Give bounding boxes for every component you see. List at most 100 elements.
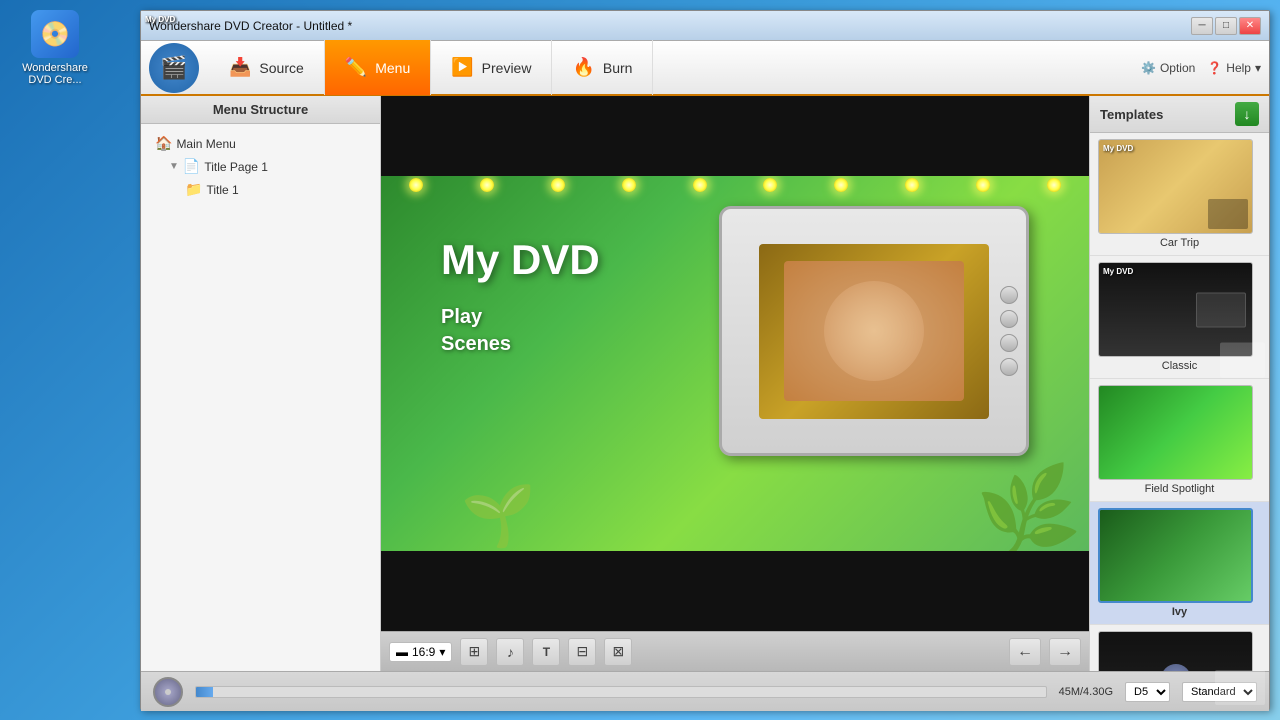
grid-button[interactable]: ⊟ (568, 638, 596, 666)
download-button[interactable]: ↓ (1235, 102, 1259, 126)
tab-preview[interactable]: ▶️ Preview (431, 40, 552, 95)
option-button[interactable]: ⚙️ Option (1141, 61, 1195, 75)
help-chevron-icon: ▾ (1255, 61, 1261, 75)
template-preview-field-spotlight: My DVD (1099, 386, 1252, 479)
stage-light (905, 178, 919, 192)
layout-button[interactable]: ⊞ (460, 638, 488, 666)
next-button[interactable]: → (1049, 638, 1081, 666)
title-page1-label: Title Page 1 (204, 160, 268, 174)
stage-light (480, 178, 494, 192)
menu-label: Menu (375, 60, 410, 76)
leaf-decoration-left: 🌱 (461, 480, 536, 551)
ratio-chevron-icon: ▾ (439, 645, 445, 659)
gear-icon: ⚙️ (1141, 61, 1156, 75)
template-preview-car-trip: My DVD (1099, 140, 1252, 233)
tv-ctrl-btn-4[interactable] (1000, 358, 1018, 376)
preview-icon: ▶️ (451, 57, 473, 78)
minimize-button[interactable]: ─ (1191, 17, 1213, 35)
progress-bar-container (195, 686, 1047, 698)
help-label: Help (1226, 61, 1251, 75)
dark-template-orb (1161, 664, 1191, 672)
progress-bar-fill (196, 687, 213, 697)
preview-main: My DVD Play Scenes (381, 176, 1089, 551)
disc-icon (153, 677, 183, 707)
leaf-decoration-right: 🌿 (972, 459, 1086, 551)
template-label-car-trip: My DVD (1103, 144, 1133, 153)
template-thumb-dark (1098, 631, 1253, 671)
template-name-ivy: Ivy (1098, 606, 1261, 618)
preview-label: Preview (482, 60, 532, 76)
tv-frame (719, 206, 1029, 456)
templates-list[interactable]: My DVD Car Trip My DVD Classic (1090, 133, 1269, 671)
main-window: Wondershare DVD Creator - Untitled * ─ □… (140, 10, 1270, 710)
main-area: Menu Structure 🏠 Main Menu ▼ 📄 Title Pag… (141, 96, 1269, 671)
help-button[interactable]: ❓ Help ▾ (1207, 61, 1261, 75)
tv-ctrl-btn-2[interactable] (1000, 310, 1018, 328)
menu-icon: ✏️ (345, 57, 367, 78)
tab-source[interactable]: 📥 Source (209, 40, 325, 95)
dvd-title: My DVD (441, 236, 600, 284)
template-thumb-ivy: My DVD (1098, 508, 1253, 603)
window-controls: ─ □ ✕ (1191, 17, 1261, 35)
toolbar-right: ⚙️ Option ❓ Help ▾ (1141, 61, 1261, 75)
page-icon: 📄 (183, 158, 200, 175)
ratio-selector[interactable]: ▬ 16:9 ▾ (389, 642, 452, 662)
edit-button[interactable]: ⊠ (604, 638, 632, 666)
tab-menu[interactable]: ✏️ Menu (325, 40, 431, 95)
tree-item-title1[interactable]: 📁 Title 1 (145, 178, 376, 201)
left-panel: Menu Structure 🏠 Main Menu ▼ 📄 Title Pag… (141, 96, 381, 671)
disk-usage-text: 45M/4.30G (1059, 686, 1113, 698)
tree-item-main-menu[interactable]: 🏠 Main Menu (145, 132, 376, 155)
stage-lights (381, 176, 1089, 206)
burn-icon: 🔥 (572, 57, 594, 78)
tree-item-title-page1[interactable]: ▼ 📄 Title Page 1 (145, 155, 376, 178)
maximize-button[interactable]: □ (1215, 17, 1237, 35)
template-item-car-trip[interactable]: My DVD Car Trip (1090, 133, 1269, 256)
text-button[interactable]: T (532, 638, 560, 666)
title-bar: Wondershare DVD Creator - Untitled * ─ □… (141, 11, 1269, 41)
preview-top-bar (381, 96, 1089, 176)
prev-button[interactable]: ← (1009, 638, 1041, 666)
folder-icon: 📁 (185, 181, 202, 198)
dvd-menu-scenes[interactable]: Scenes (441, 333, 511, 356)
template-thumb-field-spotlight: My DVD (1098, 385, 1253, 480)
right-panel: Templates ↓ My DVD Car Trip (1089, 96, 1269, 671)
classic-image (1196, 292, 1246, 327)
source-icon: 📥 (229, 57, 251, 78)
preview-area: My DVD Play Scenes (381, 96, 1089, 671)
tv-ctrl-btn-1[interactable] (1000, 286, 1018, 304)
stage-light (1047, 178, 1061, 192)
expand-icon: ▼ (169, 161, 179, 172)
template-preview-ivy: My DVD (1100, 510, 1251, 601)
ratio-value: 16:9 (412, 645, 435, 659)
tab-burn[interactable]: 🔥 Burn (552, 40, 653, 95)
logo-button[interactable]: 🎬 (149, 43, 199, 93)
music-button[interactable]: ♪ (496, 638, 524, 666)
template-item-field-spotlight[interactable]: My DVD Field Spotlight (1090, 379, 1269, 502)
stage-light (551, 178, 565, 192)
title1-label: Title 1 (206, 183, 238, 197)
tv-ctrl-btn-3[interactable] (1000, 334, 1018, 352)
tv-preview (719, 206, 1029, 456)
main-menu-label: Main Menu (176, 137, 235, 151)
close-button[interactable]: ✕ (1239, 17, 1261, 35)
stage-light (834, 178, 848, 192)
window-title: Wondershare DVD Creator - Untitled * (149, 19, 1191, 33)
template-label-classic: My DVD (1103, 267, 1133, 276)
template-item-dark[interactable] (1090, 625, 1269, 671)
templates-header: Templates ↓ (1090, 96, 1269, 133)
stage-light (409, 178, 423, 192)
car-trip-image (1208, 199, 1248, 229)
dvd-menu-play[interactable]: Play (441, 306, 511, 329)
template-name-field-spotlight: Field Spotlight (1098, 483, 1261, 495)
ratio-icon: ▬ (396, 645, 408, 659)
home-icon: 🏠 (155, 135, 172, 152)
template-item-ivy[interactable]: My DVD Ivy (1090, 502, 1269, 625)
desktop-icon-dvd[interactable]: 📀 Wondershare DVD Cre... (20, 10, 90, 86)
templates-title: Templates (1100, 107, 1163, 122)
stage-light (976, 178, 990, 192)
help-icon: ❓ (1207, 61, 1222, 75)
toolbar: 🎬 📥 Source ✏️ Menu ▶️ Preview 🔥 Burn ⚙️ … (141, 41, 1269, 96)
dvd-menu-items: Play Scenes (441, 306, 511, 356)
disc-type-select[interactable]: D5 D9 (1125, 682, 1170, 702)
